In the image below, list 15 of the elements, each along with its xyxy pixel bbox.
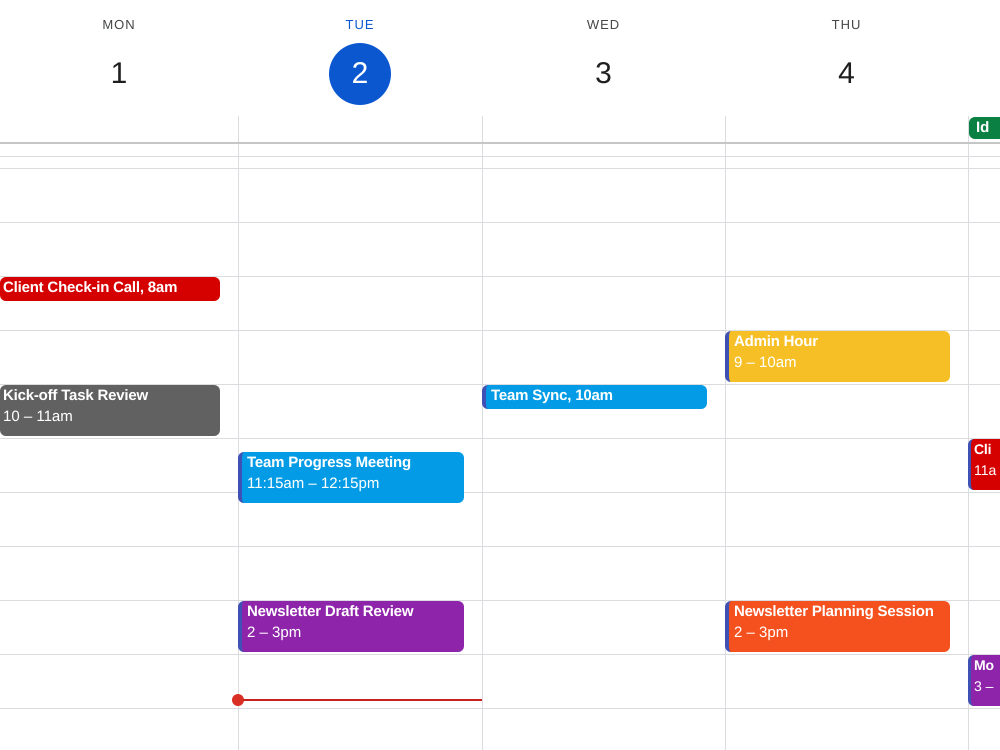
calendar-event[interactable]: Mo 3 – <box>968 654 1000 706</box>
date-number[interactable]: 1 <box>88 43 150 105</box>
date-number[interactable]: 3 <box>572 43 634 105</box>
date-number[interactable]: 4 <box>816 43 878 105</box>
calendar-event[interactable]: Kick-off Task Review 10 – 11am <box>0 384 220 436</box>
day-name: WED <box>586 17 620 33</box>
all-day-event[interactable]: Id <box>969 117 1000 139</box>
calendar-event[interactable]: Newsletter Planning Session 2 – 3pm <box>725 600 950 652</box>
calendar-event[interactable]: Newsletter Draft Review 2 – 3pm <box>238 600 464 652</box>
calendar-event[interactable]: Cli 11a <box>968 438 1000 490</box>
day-name: THU <box>832 17 862 33</box>
day-name: TUE <box>346 17 374 33</box>
date-number[interactable]: 2 <box>329 43 391 105</box>
calendar-event[interactable]: Client Check-in Call, 8am <box>0 276 220 301</box>
day-name: MON <box>102 17 136 33</box>
